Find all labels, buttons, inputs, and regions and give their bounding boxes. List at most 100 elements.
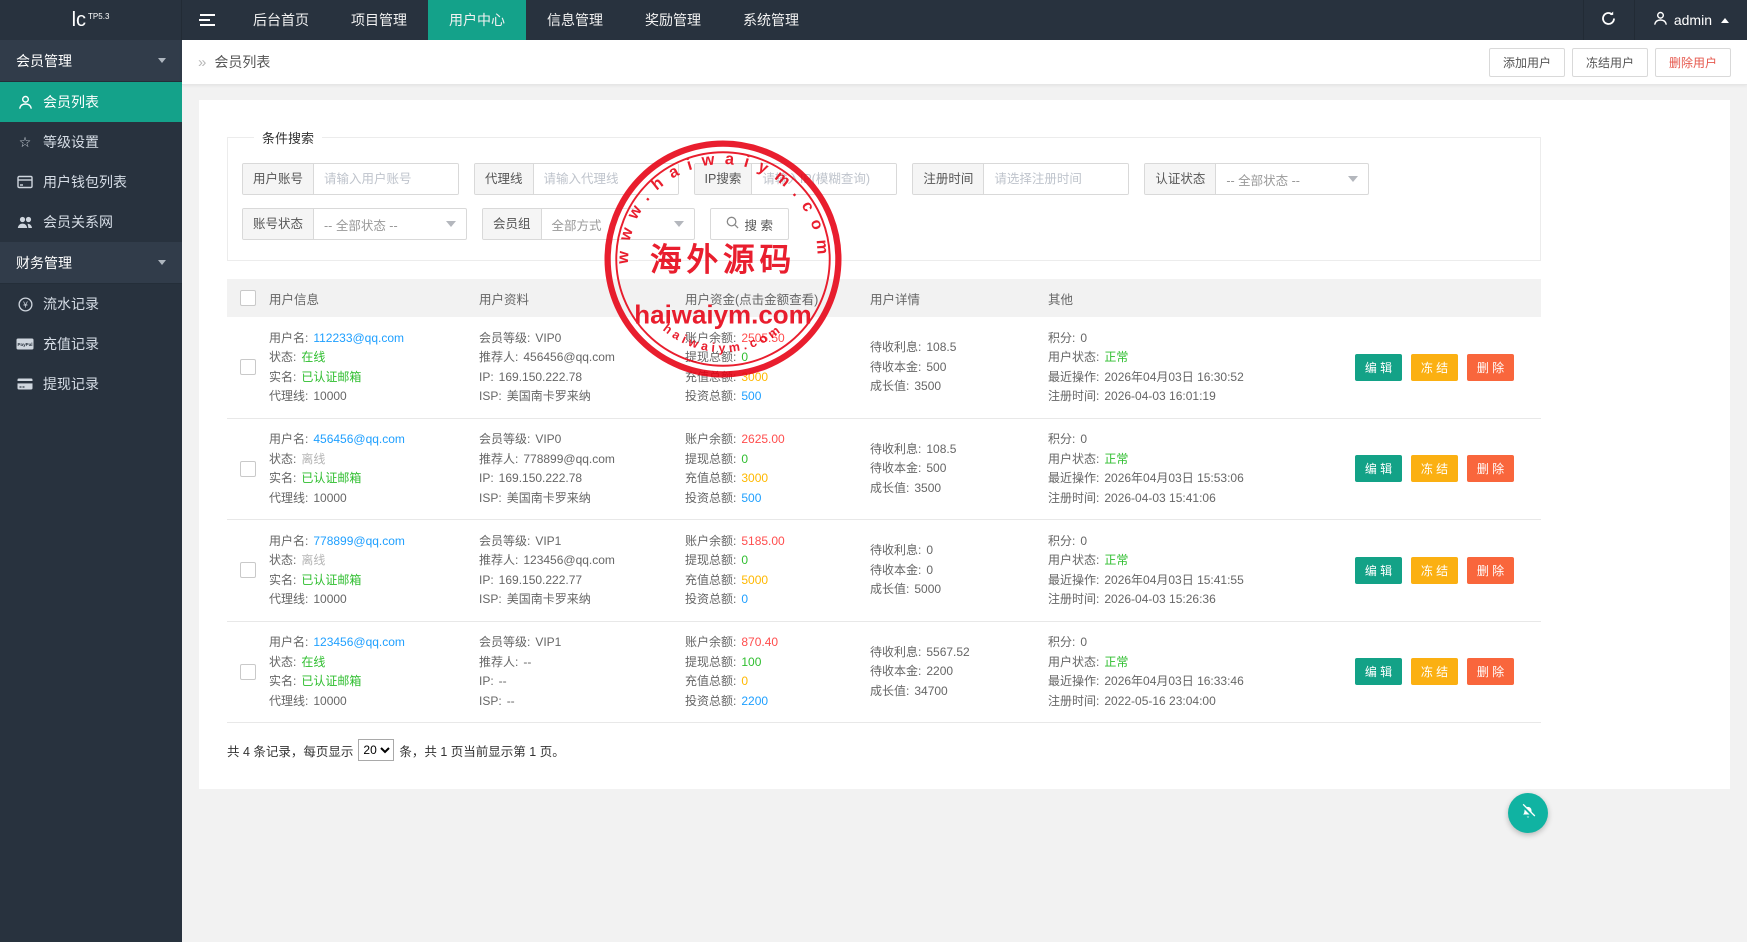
recharge-amount[interactable]: 3000 [741, 470, 768, 487]
recharge-amount[interactable]: 0 [741, 673, 748, 690]
sidebar-group-members[interactable]: 会员管理 [0, 40, 182, 82]
interest-value: 0 [926, 542, 933, 559]
account-status-select[interactable]: -- 全部状态 -- [314, 209, 466, 239]
realname-status: 已认证邮箱 [301, 673, 361, 690]
menu-toggle-icon[interactable] [182, 0, 232, 40]
isp-value: 美国南卡罗来纳 [507, 388, 591, 405]
sidebar-group-finance[interactable]: 财务管理 [0, 242, 182, 284]
growth-value: 5000 [914, 581, 941, 598]
sidebar-item-withdraw-records[interactable]: 提现记录 [0, 364, 182, 404]
sidebar-item-recharge-records[interactable]: PayPal 充值记录 [0, 324, 182, 364]
notification-fab-button[interactable] [1508, 793, 1548, 833]
withdraw-amount[interactable]: 100 [741, 654, 761, 671]
freeze-button[interactable]: 冻 结 [1411, 354, 1458, 381]
nav-item-home[interactable]: 后台首页 [232, 0, 330, 40]
balance-amount[interactable]: 2625.00 [741, 431, 784, 448]
regtime-field-label: 注册时间 [913, 164, 984, 194]
select-all-checkbox[interactable] [240, 290, 256, 306]
add-user-button[interactable]: 添加用户 [1489, 48, 1565, 77]
user-status-value: 正常 [1104, 654, 1128, 671]
user-menu[interactable]: admin [1635, 0, 1747, 40]
nav-item-info[interactable]: 信息管理 [526, 0, 624, 40]
isp-value: 美国南卡罗来纳 [507, 591, 591, 608]
account-status-group: 账号状态 -- 全部状态 -- [242, 208, 467, 240]
ip-input[interactable] [752, 164, 896, 194]
username-link[interactable]: 112233@qq.com [313, 330, 404, 347]
row-checkbox[interactable] [240, 664, 256, 680]
logo-version: TP5.3 [88, 12, 109, 21]
pagination-page-text: 条，共 1 页当前显示第 1 页。 [399, 741, 564, 760]
wallet-icon [16, 175, 34, 189]
nav-item-system[interactable]: 系统管理 [722, 0, 820, 40]
account-input[interactable] [314, 164, 458, 194]
nav-item-user-center[interactable]: 用户中心 [428, 0, 526, 40]
edit-button[interactable]: 编 辑 [1355, 658, 1402, 685]
search-button[interactable]: 搜 索 [710, 208, 789, 240]
edit-button[interactable]: 编 辑 [1355, 557, 1402, 584]
username-link[interactable]: 123456@qq.com [313, 634, 405, 651]
recharge-amount[interactable]: 3000 [741, 369, 768, 386]
delete-button[interactable]: 删 除 [1467, 557, 1514, 584]
invest-amount[interactable]: 2200 [741, 693, 768, 710]
refresh-button[interactable] [1583, 0, 1635, 40]
sidebar-item-label: 提现记录 [43, 374, 99, 394]
delete-button[interactable]: 删 除 [1467, 354, 1514, 381]
delete-button[interactable]: 删 除 [1467, 455, 1514, 482]
freeze-button[interactable]: 冻 结 [1411, 455, 1458, 482]
user-status-value: 正常 [1104, 451, 1128, 468]
nav-item-rewards[interactable]: 奖励管理 [624, 0, 722, 40]
agent-line-value: 10000 [313, 388, 346, 405]
row-checkbox[interactable] [240, 562, 256, 578]
member-group-select[interactable]: 全部方式 [542, 209, 694, 239]
invest-amount[interactable]: 500 [741, 388, 761, 405]
online-status: 在线 [301, 654, 325, 671]
online-status: 离线 [301, 552, 325, 569]
interest-value: 5567.52 [926, 644, 969, 661]
per-page-select[interactable]: 20 [358, 739, 394, 761]
agent-input[interactable] [534, 164, 678, 194]
nav-item-projects[interactable]: 项目管理 [330, 0, 428, 40]
sidebar-item-wallet-list[interactable]: 用户钱包列表 [0, 162, 182, 202]
row-checkbox[interactable] [240, 461, 256, 477]
referrer-value: 123456@qq.com [523, 552, 615, 569]
sidebar-item-member-list[interactable]: 会员列表 [0, 82, 182, 122]
invest-amount[interactable]: 0 [741, 591, 748, 608]
refresh-icon [1600, 10, 1617, 30]
member-group-value: 全部方式 [552, 215, 602, 234]
withdraw-amount[interactable]: 0 [741, 451, 748, 468]
sidebar-item-relations[interactable]: 会员关系网 [0, 202, 182, 242]
invest-amount[interactable]: 500 [741, 490, 761, 507]
chevron-down-icon [158, 58, 166, 63]
auth-status-label: 认证状态 [1145, 164, 1216, 194]
sidebar-item-level-settings[interactable]: ☆ 等级设置 [0, 122, 182, 162]
freeze-button[interactable]: 冻 结 [1411, 658, 1458, 685]
table-row: 用户名:112233@qq.com 状态:在线 实名:已认证邮箱 代理线:100… [227, 317, 1541, 419]
delete-button[interactable]: 删 除 [1467, 658, 1514, 685]
dropdown-arrow-icon [446, 221, 456, 227]
withdraw-amount[interactable]: 0 [741, 552, 748, 569]
sidebar-item-label: 充值记录 [43, 334, 99, 354]
balance-amount[interactable]: 2505.50 [741, 330, 784, 347]
username-link[interactable]: 778899@qq.com [313, 533, 405, 550]
top-nav: 后台首页 项目管理 用户中心 信息管理 奖励管理 系统管理 [232, 0, 820, 40]
isp-value: 美国南卡罗来纳 [507, 490, 591, 507]
chevron-up-icon [1721, 18, 1729, 23]
last-op-value: 2026年04月03日 15:53:06 [1104, 470, 1243, 487]
username-link[interactable]: 456456@qq.com [313, 431, 405, 448]
withdraw-amount[interactable]: 0 [741, 349, 748, 366]
delete-user-button[interactable]: 删除用户 [1655, 48, 1731, 77]
row-checkbox[interactable] [240, 359, 256, 375]
regtime-input[interactable] [984, 164, 1128, 194]
freeze-button[interactable]: 冻 结 [1411, 557, 1458, 584]
recharge-amount[interactable]: 5000 [741, 572, 768, 589]
auth-status-value: -- 全部状态 -- [1226, 170, 1300, 189]
sidebar-item-flow-records[interactable]: ¥ 流水记录 [0, 284, 182, 324]
auth-status-select[interactable]: -- 全部状态 -- [1216, 164, 1368, 194]
edit-button[interactable]: 编 辑 [1355, 354, 1402, 381]
balance-amount[interactable]: 5185.00 [741, 533, 784, 550]
edit-button[interactable]: 编 辑 [1355, 455, 1402, 482]
table-row: 用户名:123456@qq.com 状态:在线 实名:已认证邮箱 代理线:100… [227, 622, 1541, 724]
topbar: lcTP5.3 后台首页 项目管理 用户中心 信息管理 奖励管理 系统管理 ad… [0, 0, 1747, 40]
freeze-user-button[interactable]: 冻结用户 [1572, 48, 1648, 77]
balance-amount[interactable]: 870.40 [741, 634, 778, 651]
